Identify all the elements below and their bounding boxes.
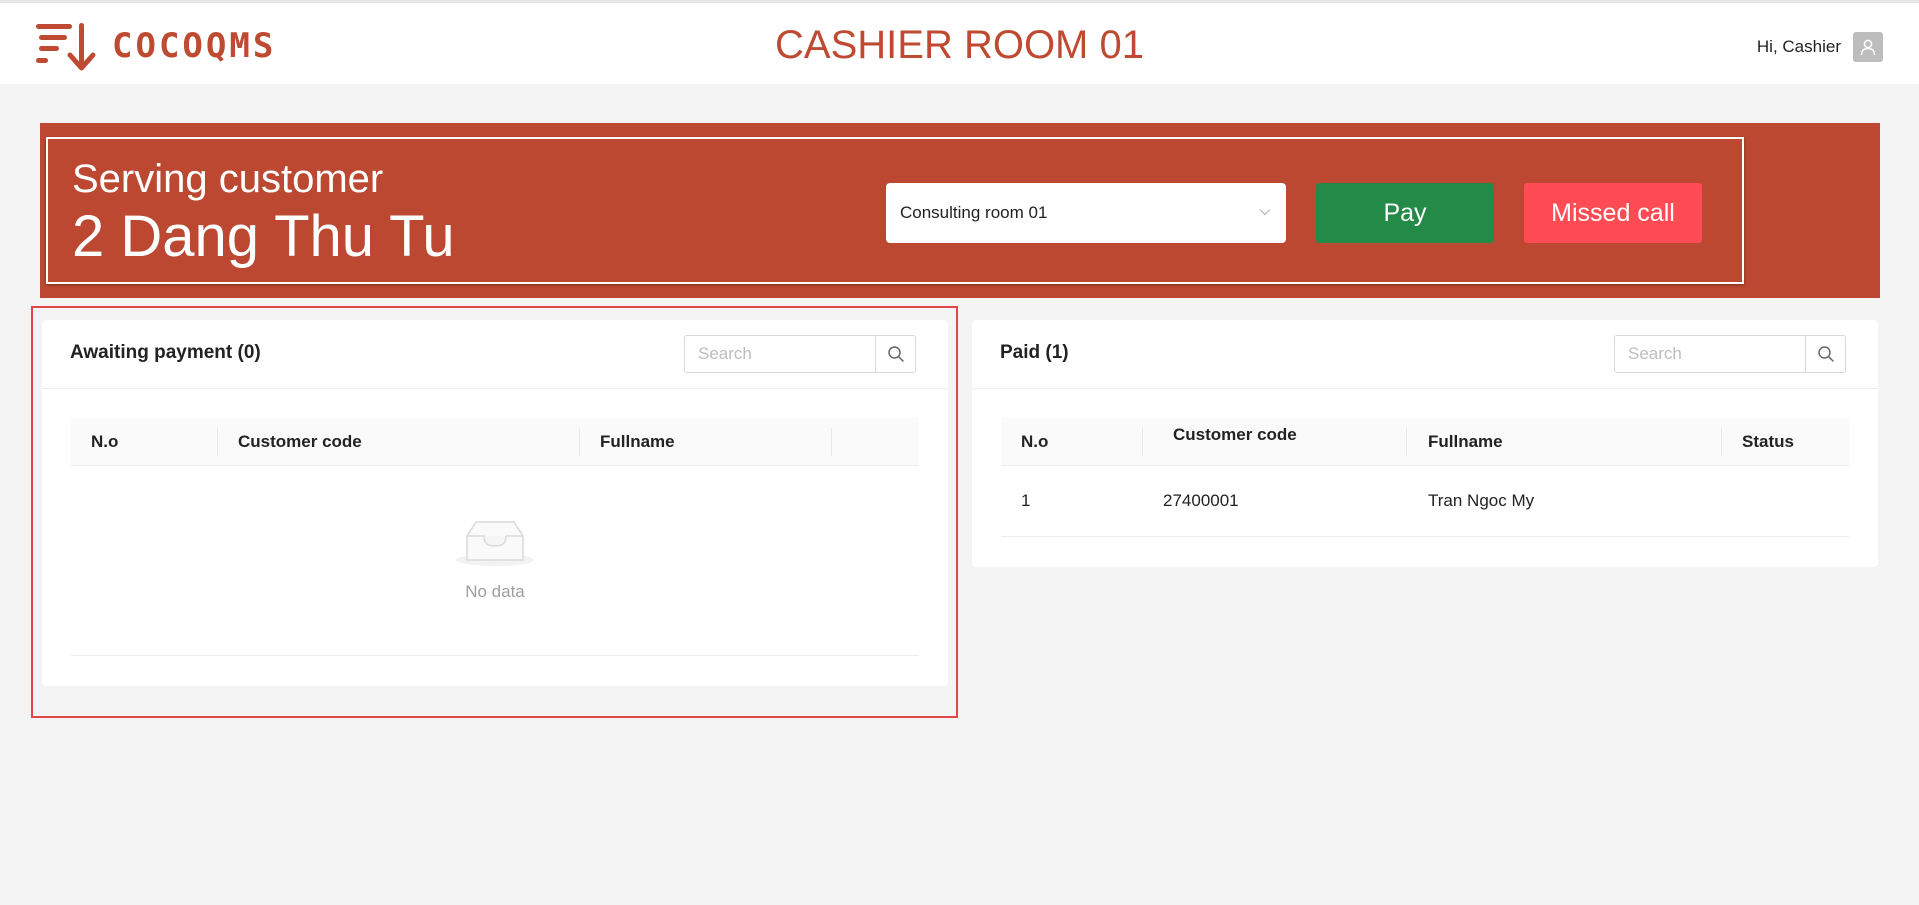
missed-call-button[interactable]: Missed call (1524, 183, 1702, 243)
paid-search-button[interactable] (1805, 336, 1845, 372)
app-header: COCOQMS CASHIER ROOM 01 Hi, Cashier (0, 0, 1919, 84)
room-select[interactable]: Consulting room 01 (886, 183, 1286, 243)
user-icon (1860, 39, 1876, 56)
panel-divider (972, 388, 1878, 389)
cell-no: 1 (1021, 491, 1031, 510)
column-divider (1142, 428, 1143, 456)
page-title: CASHIER ROOM 01 (775, 23, 1144, 67)
cell-customer-code: 27400001 (1163, 491, 1239, 510)
table-row[interactable]: 1 27400001 Tran Ngoc My (1001, 466, 1849, 537)
paid-table: N.o Customer code Fullname Status 1 2740… (1001, 418, 1849, 537)
highlight-box (31, 306, 958, 718)
search-icon (1817, 346, 1834, 362)
user-menu[interactable]: Hi, Cashier (1757, 32, 1883, 62)
serving-banner: Serving customer 2 Dang Thu Tu Consultin… (40, 123, 1880, 298)
avatar[interactable] (1853, 32, 1883, 62)
column-header-customer-code: Customer code (1173, 425, 1297, 444)
serving-box: Serving customer 2 Dang Thu Tu Consultin… (46, 137, 1744, 284)
column-divider (1406, 428, 1407, 456)
table-header: N.o Customer code Fullname Status (1001, 418, 1849, 466)
column-divider (1721, 428, 1722, 456)
chevron-down-icon (1259, 209, 1271, 216)
column-header-fullname: Fullname (1428, 432, 1503, 451)
user-greeting: Hi, Cashier (1756, 37, 1841, 56)
column-header-status: Status (1742, 432, 1794, 451)
paid-search-input[interactable] (1615, 336, 1805, 372)
serving-label: Serving customer (72, 157, 384, 201)
paid-search (1614, 335, 1846, 373)
paid-panel: Paid (1) N.o Customer code Fullname Stat… (972, 320, 1878, 567)
pay-button[interactable]: Pay (1316, 183, 1494, 243)
column-header-no: N.o (1021, 432, 1049, 451)
room-select-value: Consulting room 01 (900, 203, 1048, 222)
paid-title: Paid (1) (1000, 342, 1069, 363)
serving-customer-name: 2 Dang Thu Tu (72, 204, 455, 269)
cell-fullname: Tran Ngoc My (1428, 491, 1535, 510)
